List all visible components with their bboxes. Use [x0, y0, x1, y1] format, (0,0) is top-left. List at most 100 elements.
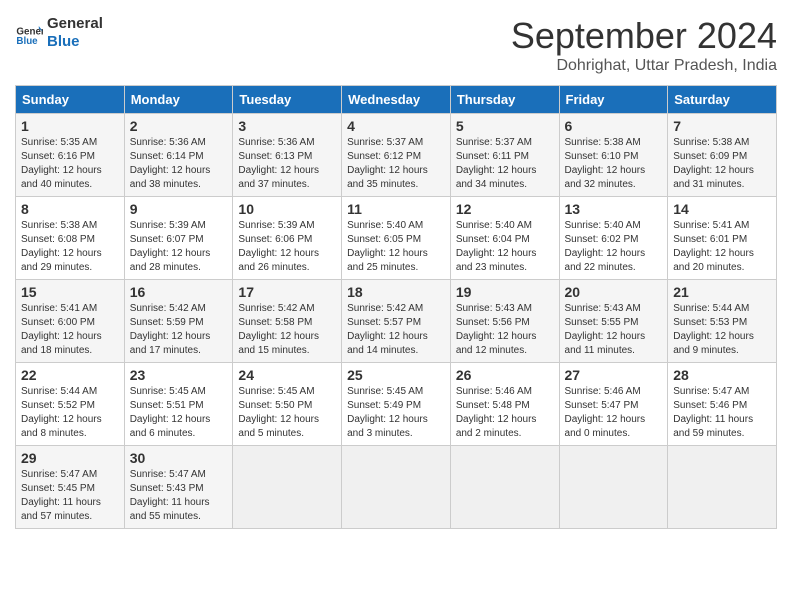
- day-info: Sunrise: 5:45 AMSunset: 5:51 PMDaylight:…: [130, 385, 228, 441]
- logo-icon: General Blue: [15, 19, 43, 47]
- day-number: 22: [21, 367, 119, 383]
- calendar-cell: 8 Sunrise: 5:38 AMSunset: 6:08 PMDaylight…: [16, 197, 125, 280]
- day-info: Sunrise: 5:40 AMSunset: 6:02 PMDaylight:…: [565, 219, 663, 275]
- month-title: September 2024: [511, 15, 777, 57]
- day-info: Sunrise: 5:39 AMSunset: 6:06 PMDaylight:…: [238, 219, 336, 275]
- day-number: 20: [565, 284, 663, 300]
- weekday-header-wednesday: Wednesday: [342, 86, 451, 114]
- day-number: 13: [565, 201, 663, 217]
- day-info: Sunrise: 5:38 AMSunset: 6:09 PMDaylight:…: [673, 136, 771, 192]
- day-number: 19: [456, 284, 554, 300]
- calendar-cell: 4 Sunrise: 5:37 AMSunset: 6:12 PMDaylight…: [342, 114, 451, 197]
- calendar-cell: 15 Sunrise: 5:41 AMSunset: 6:00 PMDayligh…: [16, 280, 125, 363]
- calendar-cell: 11 Sunrise: 5:40 AMSunset: 6:05 PMDayligh…: [342, 197, 451, 280]
- day-info: Sunrise: 5:47 AMSunset: 5:45 PMDaylight:…: [21, 468, 119, 524]
- day-number: 23: [130, 367, 228, 383]
- day-number: 30: [130, 450, 228, 466]
- calendar-cell: 2 Sunrise: 5:36 AMSunset: 6:14 PMDaylight…: [124, 114, 233, 197]
- calendar-cell: 7 Sunrise: 5:38 AMSunset: 6:09 PMDaylight…: [668, 114, 777, 197]
- calendar-cell: 26 Sunrise: 5:46 AMSunset: 5:48 PMDayligh…: [450, 363, 559, 446]
- day-number: 7: [673, 118, 771, 134]
- day-info: Sunrise: 5:41 AMSunset: 6:01 PMDaylight:…: [673, 219, 771, 275]
- day-number: 15: [21, 284, 119, 300]
- day-number: 1: [21, 118, 119, 134]
- calendar-cell: 28 Sunrise: 5:47 AMSunset: 5:46 PMDayligh…: [668, 363, 777, 446]
- calendar-cell: 29 Sunrise: 5:47 AMSunset: 5:45 PMDayligh…: [16, 446, 125, 529]
- calendar-cell: 17 Sunrise: 5:42 AMSunset: 5:58 PMDayligh…: [233, 280, 342, 363]
- day-info: Sunrise: 5:43 AMSunset: 5:56 PMDaylight:…: [456, 302, 554, 358]
- calendar-cell: 5 Sunrise: 5:37 AMSunset: 6:11 PMDaylight…: [450, 114, 559, 197]
- day-number: 8: [21, 201, 119, 217]
- day-info: Sunrise: 5:38 AMSunset: 6:08 PMDaylight:…: [21, 219, 119, 275]
- calendar-cell: 10 Sunrise: 5:39 AMSunset: 6:06 PMDayligh…: [233, 197, 342, 280]
- day-info: Sunrise: 5:45 AMSunset: 5:50 PMDaylight:…: [238, 385, 336, 441]
- weekday-header-thursday: Thursday: [450, 86, 559, 114]
- calendar-cell: 24 Sunrise: 5:45 AMSunset: 5:50 PMDayligh…: [233, 363, 342, 446]
- day-number: 6: [565, 118, 663, 134]
- day-info: Sunrise: 5:41 AMSunset: 6:00 PMDaylight:…: [21, 302, 119, 358]
- calendar-cell: [233, 446, 342, 529]
- day-number: 9: [130, 201, 228, 217]
- day-number: 12: [456, 201, 554, 217]
- calendar-cell: 22 Sunrise: 5:44 AMSunset: 5:52 PMDayligh…: [16, 363, 125, 446]
- weekday-header-monday: Monday: [124, 86, 233, 114]
- weekday-header-saturday: Saturday: [668, 86, 777, 114]
- page-header: General Blue General Blue September 2024…: [15, 15, 777, 75]
- day-number: 14: [673, 201, 771, 217]
- logo: General Blue General Blue: [15, 15, 103, 51]
- calendar-cell: [668, 446, 777, 529]
- calendar-cell: 6Sunrise: 5:38 AMSunset: 6:10 PMDaylight…: [559, 114, 668, 197]
- logo-general: General: [47, 15, 103, 33]
- day-number: 24: [238, 367, 336, 383]
- day-number: 11: [347, 201, 445, 217]
- day-info: Sunrise: 5:42 AMSunset: 5:59 PMDaylight:…: [130, 302, 228, 358]
- calendar-cell: 3Sunrise: 5:36 AMSunset: 6:13 PMDaylight…: [233, 114, 342, 197]
- day-number: 4: [347, 118, 445, 134]
- calendar-cell: [559, 446, 668, 529]
- day-number: 29: [21, 450, 119, 466]
- day-number: 18: [347, 284, 445, 300]
- calendar-cell: [342, 446, 451, 529]
- day-info: Sunrise: 5:36 AMSunset: 6:14 PMDaylight:…: [130, 136, 228, 192]
- weekday-header-tuesday: Tuesday: [233, 86, 342, 114]
- weekday-header-friday: Friday: [559, 86, 668, 114]
- calendar-cell: 9Sunrise: 5:39 AMSunset: 6:07 PMDaylight…: [124, 197, 233, 280]
- day-number: 2: [130, 118, 228, 134]
- day-number: 10: [238, 201, 336, 217]
- calendar-cell: 19 Sunrise: 5:43 AMSunset: 5:56 PMDayligh…: [450, 280, 559, 363]
- day-number: 16: [130, 284, 228, 300]
- day-info: Sunrise: 5:47 AMSunset: 5:46 PMDaylight:…: [673, 385, 771, 441]
- day-info: Sunrise: 5:44 AMSunset: 5:52 PMDaylight:…: [21, 385, 119, 441]
- day-info: Sunrise: 5:40 AMSunset: 6:04 PMDaylight:…: [456, 219, 554, 275]
- calendar-table: SundayMondayTuesdayWednesdayThursdayFrid…: [15, 85, 777, 529]
- day-info: Sunrise: 5:44 AMSunset: 5:53 PMDaylight:…: [673, 302, 771, 358]
- calendar-cell: 12 Sunrise: 5:40 AMSunset: 6:04 PMDayligh…: [450, 197, 559, 280]
- calendar-cell: 13 Sunrise: 5:40 AMSunset: 6:02 PMDayligh…: [559, 197, 668, 280]
- day-number: 3: [238, 118, 336, 134]
- day-info: Sunrise: 5:42 AMSunset: 5:58 PMDaylight:…: [238, 302, 336, 358]
- location-subtitle: Dohrighat, Uttar Pradesh, India: [511, 57, 777, 75]
- calendar-cell: 27Sunrise: 5:46 AMSunset: 5:47 PMDayligh…: [559, 363, 668, 446]
- day-number: 25: [347, 367, 445, 383]
- day-info: Sunrise: 5:47 AMSunset: 5:43 PMDaylight:…: [130, 468, 228, 524]
- calendar-cell: 16 Sunrise: 5:42 AMSunset: 5:59 PMDayligh…: [124, 280, 233, 363]
- calendar-cell: 23 Sunrise: 5:45 AMSunset: 5:51 PMDayligh…: [124, 363, 233, 446]
- day-info: Sunrise: 5:37 AMSunset: 6:11 PMDaylight:…: [456, 136, 554, 192]
- day-info: Sunrise: 5:46 AMSunset: 5:47 PMDaylight:…: [565, 385, 663, 441]
- day-number: 5: [456, 118, 554, 134]
- calendar-cell: 30 Sunrise: 5:47 AMSunset: 5:43 PMDayligh…: [124, 446, 233, 529]
- day-info: Sunrise: 5:35 AMSunset: 6:16 PMDaylight:…: [21, 136, 119, 192]
- day-number: 17: [238, 284, 336, 300]
- calendar-cell: 25 Sunrise: 5:45 AMSunset: 5:49 PMDayligh…: [342, 363, 451, 446]
- logo-blue: Blue: [47, 33, 103, 51]
- day-info: Sunrise: 5:45 AMSunset: 5:49 PMDaylight:…: [347, 385, 445, 441]
- day-info: Sunrise: 5:37 AMSunset: 6:12 PMDaylight:…: [347, 136, 445, 192]
- day-info: Sunrise: 5:40 AMSunset: 6:05 PMDaylight:…: [347, 219, 445, 275]
- day-info: Sunrise: 5:42 AMSunset: 5:57 PMDaylight:…: [347, 302, 445, 358]
- svg-text:Blue: Blue: [16, 36, 38, 47]
- day-number: 28: [673, 367, 771, 383]
- calendar-cell: 14 Sunrise: 5:41 AMSunset: 6:01 PMDayligh…: [668, 197, 777, 280]
- day-info: Sunrise: 5:46 AMSunset: 5:48 PMDaylight:…: [456, 385, 554, 441]
- day-info: Sunrise: 5:43 AMSunset: 5:55 PMDaylight:…: [565, 302, 663, 358]
- day-number: 26: [456, 367, 554, 383]
